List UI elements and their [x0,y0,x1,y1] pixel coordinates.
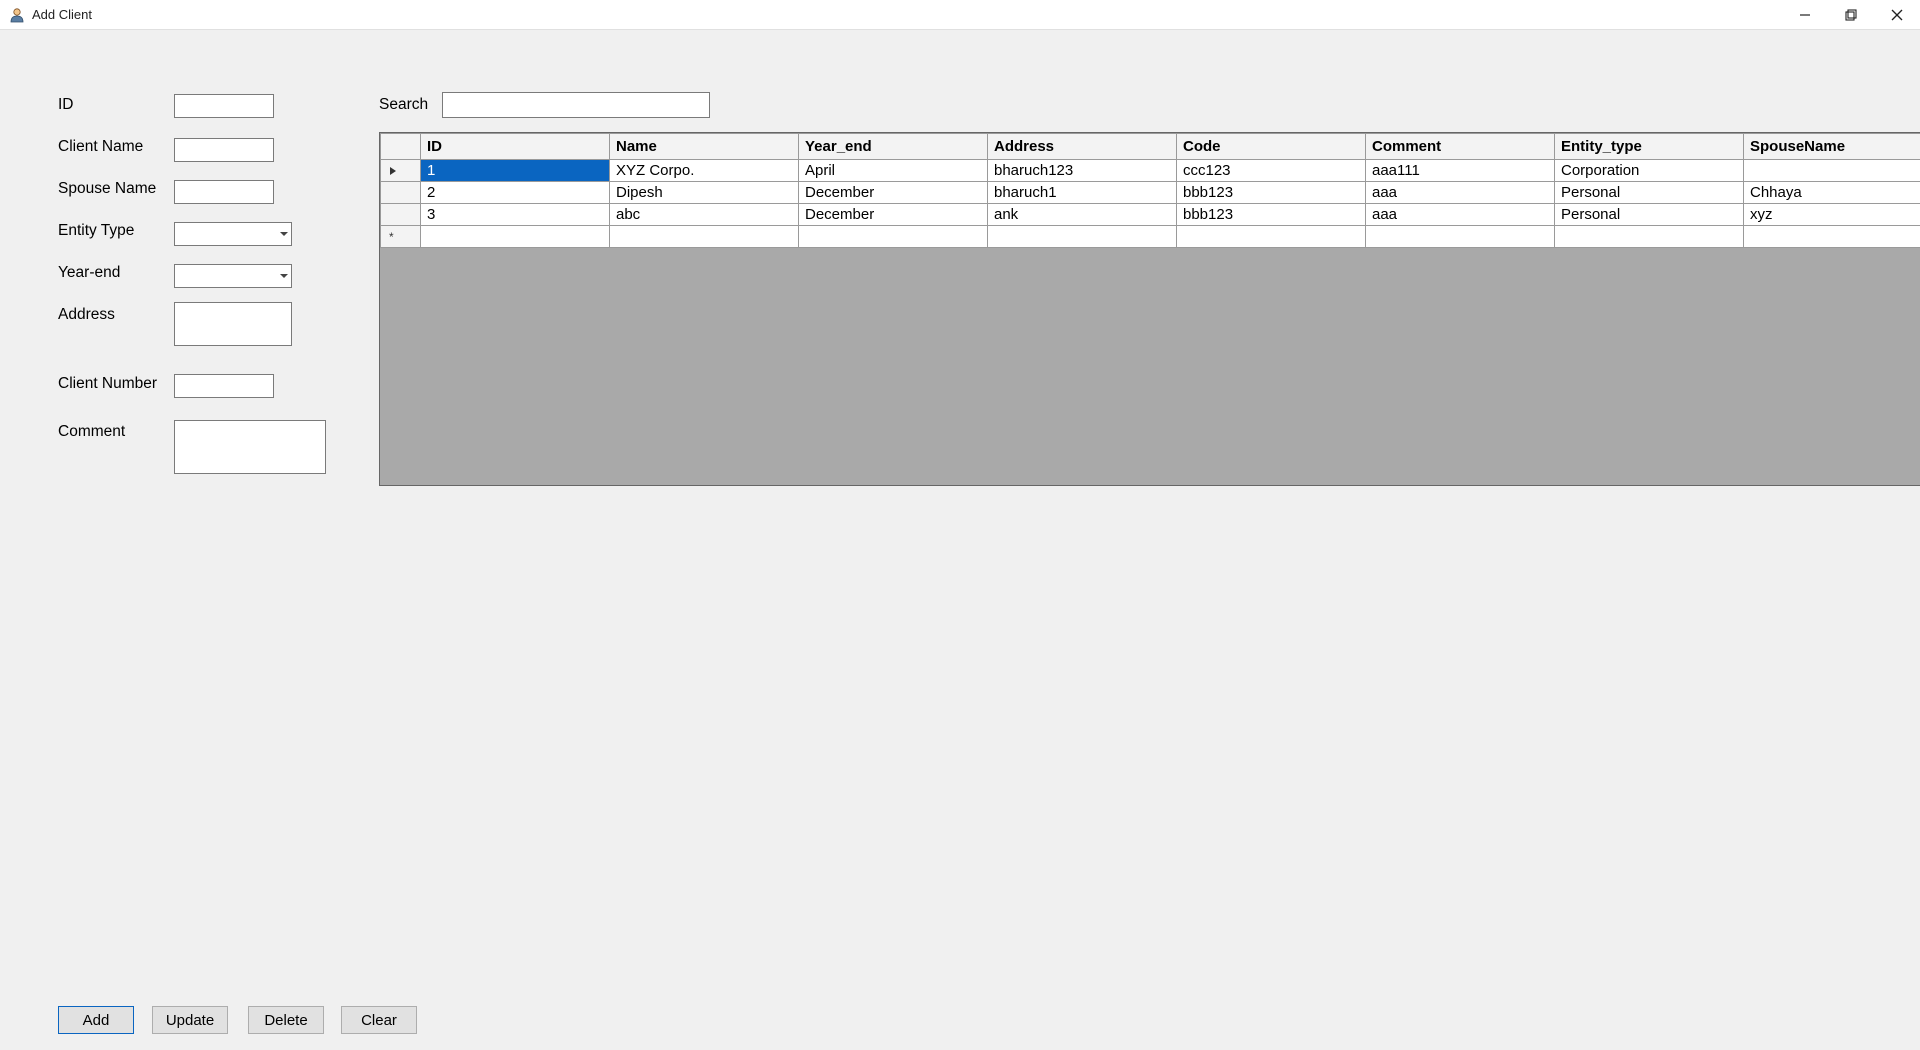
search-input[interactable] [442,92,710,118]
year-end-combo[interactable] [174,264,292,288]
id-label: ID [58,96,74,114]
client-number-input[interactable] [174,374,274,398]
col-entity-type[interactable]: Entity_type [1555,134,1744,160]
clear-button[interactable]: Clear [341,1006,417,1034]
search-label: Search [379,96,428,114]
table-row[interactable]: 2 Dipesh December bharuch1 bbb123 aaa Pe… [381,182,1920,204]
cell-name[interactable]: abc [610,204,799,226]
cell[interactable] [421,226,610,248]
grid-corner[interactable] [381,134,421,160]
row-header-new[interactable] [381,226,421,248]
cell-id[interactable]: 1 [421,160,610,182]
cell[interactable] [610,226,799,248]
cell-spouse[interactable]: xyz [1744,204,1920,226]
cell-code[interactable]: bbb123 [1177,204,1366,226]
chevron-down-icon [280,232,288,236]
cell-entity-type[interactable]: Personal [1555,182,1744,204]
col-spouse-name[interactable]: SpouseName [1744,134,1920,160]
cell-entity-type[interactable]: Personal [1555,204,1744,226]
comment-label: Comment [58,423,125,441]
delete-button[interactable]: Delete [248,1006,324,1034]
cell[interactable] [1555,226,1744,248]
add-button[interactable]: Add [58,1006,134,1034]
update-button[interactable]: Update [152,1006,228,1034]
cell[interactable] [988,226,1177,248]
cell-address[interactable]: bharuch1 [988,182,1177,204]
cell-year-end[interactable]: December [799,182,988,204]
id-input[interactable] [174,94,274,118]
cell-code[interactable]: bbb123 [1177,182,1366,204]
spouse-name-label: Spouse Name [58,180,156,198]
row-header[interactable] [381,182,421,204]
cell-address[interactable]: ank [988,204,1177,226]
client-number-label: Client Number [58,375,157,393]
col-name[interactable]: Name [610,134,799,160]
entity-type-combo[interactable] [174,222,292,246]
cell[interactable] [1744,226,1920,248]
address-label: Address [58,306,115,324]
cell-comment[interactable]: aaa [1366,204,1555,226]
row-header[interactable] [381,160,421,182]
cell-id[interactable]: 2 [421,182,610,204]
maximize-button[interactable] [1828,0,1874,30]
year-end-label: Year-end [58,264,120,282]
row-header[interactable] [381,204,421,226]
col-comment[interactable]: Comment [1366,134,1555,160]
minimize-button[interactable] [1782,0,1828,30]
cell-comment[interactable]: aaa111 [1366,160,1555,182]
client-name-input[interactable] [174,138,274,162]
cell[interactable] [1177,226,1366,248]
address-input[interactable] [174,302,292,346]
cell-year-end[interactable]: December [799,204,988,226]
client-name-label: Client Name [58,138,143,156]
chevron-down-icon [280,274,288,278]
window-title: Add Client [32,7,92,22]
table-row[interactable]: 1 XYZ Corpo. April bharuch123 ccc123 aaa… [381,160,1920,182]
grid-header-row: ID Name Year_end Address Code Comment En… [381,134,1920,160]
table-row-new[interactable] [381,226,1920,248]
cell-address[interactable]: bharuch123 [988,160,1177,182]
clients-grid[interactable]: ID Name Year_end Address Code Comment En… [379,132,1920,486]
col-address[interactable]: Address [988,134,1177,160]
client-area: ID Client Name Spouse Name Entity Type Y… [0,30,1920,1050]
spouse-name-input[interactable] [174,180,274,204]
cell-id[interactable]: 3 [421,204,610,226]
cell[interactable] [1366,226,1555,248]
cell-name[interactable]: XYZ Corpo. [610,160,799,182]
cell-year-end[interactable]: April [799,160,988,182]
cell-spouse[interactable] [1744,160,1920,182]
col-id[interactable]: ID [421,134,610,160]
comment-input[interactable] [174,420,326,474]
cell-spouse[interactable]: Chhaya [1744,182,1920,204]
close-button[interactable] [1874,0,1920,30]
col-year-end[interactable]: Year_end [799,134,988,160]
titlebar: Add Client [0,0,1920,30]
table-row[interactable]: 3 abc December ank bbb123 aaa Personal x… [381,204,1920,226]
cell-code[interactable]: ccc123 [1177,160,1366,182]
entity-type-label: Entity Type [58,222,134,240]
cell-entity-type[interactable]: Corporation [1555,160,1744,182]
col-code[interactable]: Code [1177,134,1366,160]
cell[interactable] [799,226,988,248]
cell-name[interactable]: Dipesh [610,182,799,204]
cell-comment[interactable]: aaa [1366,182,1555,204]
app-icon [8,6,26,24]
